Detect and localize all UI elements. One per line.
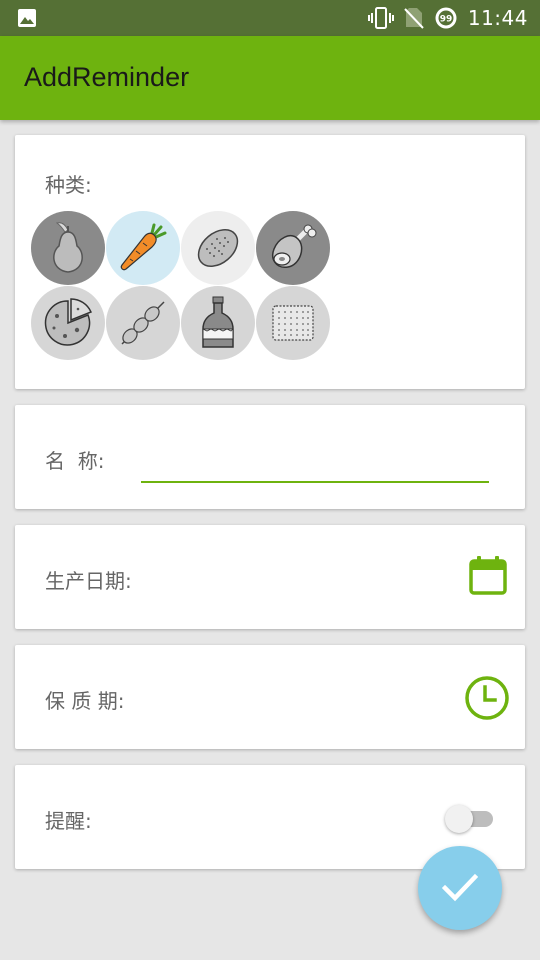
- category-item-bread[interactable]: [181, 211, 255, 285]
- reminder-label: 提醒:: [45, 809, 92, 833]
- name-label: 名 称:: [45, 449, 105, 473]
- category-card: 种类:: [15, 135, 525, 389]
- category-item-biscuit[interactable]: [256, 286, 330, 360]
- app-bar: AddReminder: [0, 36, 540, 120]
- calendar-icon[interactable]: [469, 555, 507, 595]
- confirm-fab-button[interactable]: [418, 846, 502, 930]
- category-label: 种类:: [45, 173, 92, 197]
- category-item-pear[interactable]: [31, 211, 105, 285]
- check-icon: [442, 873, 478, 902]
- svg-text:99: 99: [440, 15, 453, 25]
- carrot-icon: [120, 223, 167, 271]
- name-card: 名 称:: [15, 405, 525, 509]
- category-item-ham[interactable]: [256, 211, 330, 285]
- production-date-label: 生产日期:: [45, 569, 132, 593]
- category-item-pizza[interactable]: [31, 286, 105, 360]
- name-input-underline: [141, 481, 489, 483]
- biscuit-icon: [272, 305, 314, 341]
- skewer-icon: [121, 301, 165, 345]
- vibrate-icon: [367, 7, 394, 29]
- page-title: AddReminder: [24, 62, 190, 92]
- no-sim-icon: [404, 8, 424, 29]
- status-bar: 99 11:44: [0, 0, 540, 36]
- image-icon: [18, 9, 36, 27]
- toggle-thumb: [445, 805, 473, 833]
- pizza-icon: [44, 298, 93, 346]
- clock-icon[interactable]: [464, 675, 510, 721]
- category-item-carrot[interactable]: [106, 211, 180, 285]
- status-time: 11:44: [467, 6, 528, 30]
- category-item-skewer[interactable]: [106, 286, 180, 360]
- pear-icon: [53, 222, 83, 273]
- ham-icon: [272, 224, 317, 268]
- production-date-card[interactable]: 生产日期:: [15, 525, 525, 629]
- notification-99-icon: 99: [435, 7, 457, 29]
- bottle-icon: [202, 296, 234, 348]
- name-input[interactable]: [141, 439, 493, 481]
- shelf-life-card[interactable]: 保 质 期:: [15, 645, 525, 749]
- bread-icon: [197, 229, 239, 267]
- reminder-toggle[interactable]: [445, 801, 495, 835]
- category-item-bottle[interactable]: [181, 286, 255, 360]
- shelf-life-label: 保 质 期:: [45, 689, 125, 713]
